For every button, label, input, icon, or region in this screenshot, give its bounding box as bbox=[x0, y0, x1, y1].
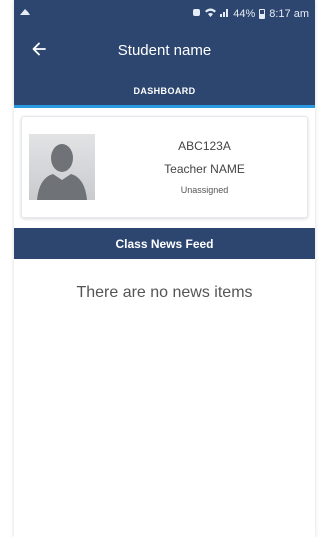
notification-icon bbox=[20, 8, 30, 19]
tab-bar: DASHBOARD bbox=[14, 74, 315, 108]
clock: 8:17 am bbox=[269, 7, 309, 20]
wifi-icon bbox=[205, 8, 217, 20]
back-arrow-icon[interactable] bbox=[28, 38, 50, 60]
status-icons: 44% 8:17 am bbox=[192, 8, 309, 20]
student-info: ABC123A Teacher NAME Unassigned bbox=[102, 117, 307, 217]
app-bar: Student name bbox=[14, 27, 315, 74]
tab-dashboard[interactable]: DASHBOARD bbox=[123, 74, 205, 108]
status-bar: 44% 8:17 am bbox=[14, 0, 315, 27]
battery-icon bbox=[259, 8, 266, 19]
news-feed-header: Class News Feed bbox=[14, 228, 315, 259]
student-card[interactable]: ABC123A Teacher NAME Unassigned bbox=[21, 116, 308, 218]
teacher-name: Teacher NAME bbox=[164, 162, 245, 176]
alarm-icon bbox=[192, 8, 201, 20]
battery-percent: 44% bbox=[233, 7, 256, 20]
page-title: Student name bbox=[117, 42, 212, 59]
app-screen: 44% 8:17 am Student name DASHBOARD ABC12… bbox=[14, 0, 315, 537]
tab-indicator bbox=[14, 105, 315, 108]
signal-icon bbox=[220, 8, 229, 20]
assignment-status: Unassigned bbox=[180, 185, 229, 195]
person-avatar-icon bbox=[29, 134, 95, 200]
student-code: ABC123A bbox=[178, 139, 231, 153]
news-empty-message: There are no news items bbox=[76, 284, 253, 301]
